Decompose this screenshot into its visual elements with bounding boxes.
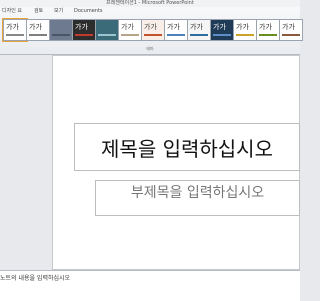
tab-design[interactable]: 디자인 요 <box>2 8 22 15</box>
theme-thumbnail-accent <box>121 34 139 36</box>
tab-review[interactable]: 검토 <box>34 8 43 15</box>
theme-thumbnail[interactable] <box>49 19 73 41</box>
theme-thumbnail-label: 가가 <box>29 23 42 31</box>
theme-thumbnail[interactable]: 가가 <box>2 18 28 42</box>
window-title: 프레젠테이션1 - Microsoft PowerPoint <box>106 0 194 6</box>
theme-thumbnail[interactable]: 가가 <box>279 19 303 41</box>
theme-thumbnail-accent <box>190 34 208 36</box>
notes-pane[interactable]: 노트의 내용을 입력하십시오 <box>0 270 300 301</box>
theme-thumbnail-label: 가가 <box>75 23 88 31</box>
theme-thumbnail-accent <box>213 34 231 36</box>
theme-gallery: 가가 가가 가가 가가 가가 가가 가가 가가 가가 가가 가가 <box>0 18 303 45</box>
theme-thumbnail-accent <box>259 34 277 36</box>
theme-thumbnail-label: 가가 <box>236 23 249 31</box>
subtitle-placeholder-text: 부제목을 입력하십시오 <box>130 185 265 201</box>
tab-view[interactable]: 보기 <box>54 8 63 15</box>
theme-thumbnail[interactable]: 가가 <box>164 19 188 41</box>
theme-thumbnail-accent <box>167 34 185 36</box>
slide-canvas[interactable]: 제목을 입력하십시오 부제목을 입력하십시오 <box>52 55 300 270</box>
title-placeholder-text: 제목을 입력하십시오 <box>101 136 273 161</box>
tab-documents[interactable]: Documents <box>74 8 103 15</box>
theme-thumbnail-accent <box>282 34 300 36</box>
theme-thumbnail-label: 가가 <box>282 23 295 31</box>
theme-thumbnail[interactable]: 가가 <box>256 19 280 41</box>
theme-thumbnail-accent <box>52 34 70 36</box>
slide-workarea: 제목을 입력하십시오 부제목을 입력하십시오 <box>0 55 300 270</box>
notes-placeholder-text: 노트의 내용을 입력하십시오 <box>0 275 71 282</box>
theme-thumbnail[interactable]: 가가 <box>26 19 50 41</box>
theme-thumbnail[interactable]: 가가 <box>72 19 96 41</box>
ribbon-tabs: 디자인 요 검토 보기 Documents <box>0 7 300 16</box>
theme-thumbnail-accent <box>6 34 24 36</box>
theme-group-label: 테마 <box>146 46 154 51</box>
title-placeholder[interactable]: 제목을 입력하십시오 <box>74 123 300 171</box>
theme-thumbnail-label: 가가 <box>190 23 203 31</box>
theme-thumbnail[interactable] <box>95 19 119 41</box>
theme-thumbnail-label: 가가 <box>167 23 180 31</box>
theme-thumbnail-accent <box>236 34 254 36</box>
theme-thumbnail-label: 가가 <box>213 23 226 31</box>
theme-thumbnail[interactable]: 가가 <box>210 19 234 41</box>
theme-thumbnail[interactable]: 가가 <box>141 19 165 41</box>
theme-thumbnail-accent <box>29 34 47 36</box>
ribbon: 디자인 요 검토 보기 Documents 가가 가가 가가 가가 가가 가가 가가 가가 가가… <box>0 7 303 55</box>
subtitle-placeholder[interactable]: 부제목을 입력하십시오 <box>95 180 300 216</box>
title-bar: 프레젠테이션1 - Microsoft PowerPoint <box>0 0 300 7</box>
theme-thumbnail-accent <box>75 34 93 36</box>
theme-thumbnail-label: 가가 <box>6 23 19 31</box>
theme-thumbnail-label: 가가 <box>259 23 272 31</box>
theme-thumbnail-accent <box>144 34 162 36</box>
theme-thumbnail-label: 가가 <box>121 23 134 31</box>
theme-thumbnail-label: 가가 <box>144 23 157 31</box>
theme-thumbnail[interactable]: 가가 <box>233 19 257 41</box>
theme-thumbnail-accent <box>98 34 116 36</box>
theme-thumbnail[interactable]: 가가 <box>118 19 142 41</box>
theme-thumbnail[interactable]: 가가 <box>187 19 211 41</box>
